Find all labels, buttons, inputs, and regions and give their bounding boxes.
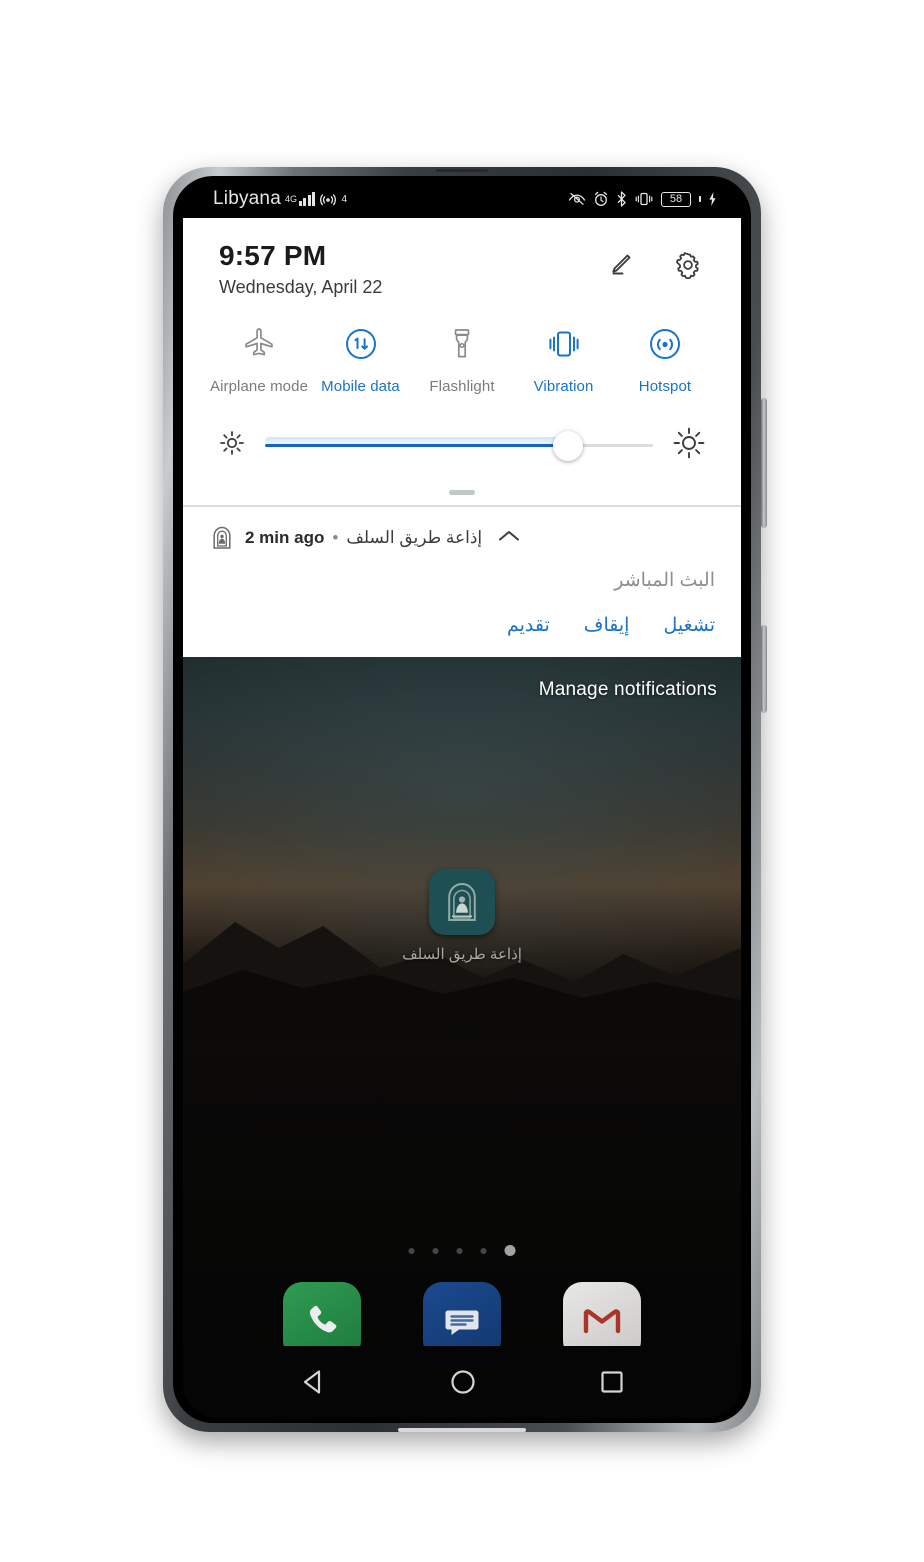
bottom-speaker-grill — [398, 1428, 526, 1432]
notification-action-forward[interactable]: تقديم — [507, 614, 550, 637]
screenshot-root: Libyana 4G 4 58 9:57 PM Wednesday, April… — [0, 0, 924, 1562]
brightness-row — [183, 395, 741, 466]
notification-action-play[interactable]: تشغيل — [663, 614, 715, 637]
slider-knob[interactable] — [552, 430, 583, 461]
tile-vibration[interactable]: Vibration — [514, 322, 614, 395]
app-shortcut-radio[interactable]: إذاعة طريق السلف — [392, 869, 532, 965]
mobile-data-icon — [311, 322, 411, 366]
notification-action-stop[interactable]: إيقاف — [584, 614, 630, 637]
status-bar-right: 58 — [568, 191, 717, 207]
notification-separator: • — [332, 528, 339, 548]
eye-off-icon — [568, 192, 586, 205]
hotspot-icon — [615, 322, 715, 366]
clock-date: Wednesday, April 22 — [219, 277, 383, 298]
slider-fill — [265, 444, 568, 448]
vibrate-icon — [635, 192, 653, 206]
brightness-slider[interactable] — [265, 430, 653, 461]
bluetooth-icon — [617, 191, 626, 207]
notification-header: إذاعة طريق السلف • 2 min ago — [209, 525, 715, 551]
quick-settings-header-actions — [603, 248, 705, 287]
messages-icon — [445, 1310, 479, 1335]
notification-body: البث المباشر — [614, 570, 715, 592]
page-dot[interactable] — [480, 1247, 487, 1254]
clock-block: 9:57 PM Wednesday, April 22 — [219, 240, 382, 298]
battery-level-label: 58 — [669, 192, 683, 205]
panel-drag-handle[interactable] — [449, 490, 475, 496]
battery-cap — [699, 196, 701, 202]
status-bar-left: Libyana 4G 4 — [213, 188, 347, 210]
gear-icon[interactable] — [671, 248, 705, 287]
tile-label: Mobile data — [321, 378, 400, 396]
app-icon — [429, 869, 495, 936]
brightness-low-icon[interactable] — [217, 428, 247, 463]
tile-airplane-mode[interactable]: Airplane mode — [209, 322, 309, 395]
airplane-icon — [209, 322, 309, 366]
radio-arch-icon — [213, 526, 231, 549]
phone-icon — [309, 1305, 337, 1333]
status-bar: Libyana 4G 4 58 — [183, 180, 741, 218]
charging-bolt-icon — [709, 192, 716, 206]
notification-actions: تشغيل إيقاف تقديم — [209, 614, 715, 637]
manage-notifications-button[interactable]: Manage notifications — [539, 679, 717, 701]
tile-label: Vibration — [533, 378, 594, 396]
wifi-superscript-label: 4 — [341, 193, 348, 205]
navigation-bar — [183, 1346, 741, 1418]
quick-settings-tiles: Airplane mode Mobile data Flashlight Vib… — [183, 298, 741, 395]
notification-card[interactable]: إذاعة طريق السلف • 2 min ago البث المباش… — [183, 507, 741, 658]
gmail-icon — [583, 1309, 621, 1334]
tile-label: Hotspot — [638, 378, 692, 396]
brightness-high-icon[interactable] — [671, 425, 707, 466]
page-dot[interactable] — [456, 1247, 463, 1254]
home-screen: Manage notifications إذاعة طريق السلف — [183, 657, 741, 1418]
phone-screen: Libyana 4G 4 58 9:57 PM Wednesday, April… — [183, 180, 741, 1418]
quick-settings-panel: 9:57 PM Wednesday, April 22 Airplane mod… — [183, 218, 741, 508]
clock-time: 9:57 PM — [219, 240, 327, 271]
battery-icon: 58 — [661, 191, 691, 207]
page-dot[interactable] — [432, 1247, 439, 1254]
power-button[interactable] — [761, 625, 767, 713]
earpiece-speaker — [436, 169, 488, 172]
page-dot[interactable] — [408, 1247, 415, 1254]
notification-app-name: إذاعة طريق السلف — [346, 528, 483, 548]
pencil-icon[interactable] — [603, 249, 635, 286]
vibration-icon — [514, 322, 614, 366]
signal-bars-icon — [298, 192, 316, 206]
wifi-hotspot-icon — [320, 194, 337, 206]
notification-time: 2 min ago — [245, 528, 325, 548]
app-shortcut-label: إذاعة طريق السلف — [402, 946, 522, 964]
tile-flashlight[interactable]: Flashlight — [412, 322, 512, 395]
page-indicator — [408, 1245, 516, 1256]
recents-square-icon[interactable] — [598, 1368, 626, 1396]
carrier-label: Libyana — [213, 188, 281, 209]
panel-handle-row — [183, 466, 741, 505]
quick-settings-header: 9:57 PM Wednesday, April 22 — [183, 240, 741, 298]
radio-arch-icon — [448, 883, 476, 922]
tile-label: Flashlight — [429, 378, 495, 396]
tile-hotspot[interactable]: Hotspot — [615, 322, 715, 395]
tile-mobile-data[interactable]: Mobile data — [311, 322, 411, 395]
wallpaper-boat — [445, 1019, 479, 1032]
notification-meta: إذاعة طريق السلف • 2 min ago — [245, 528, 482, 548]
tile-label: Airplane mode — [209, 378, 309, 396]
chevron-up-icon[interactable] — [498, 529, 520, 548]
network-type-label: 4G — [284, 193, 297, 204]
back-triangle-icon[interactable] — [298, 1368, 328, 1396]
flashlight-icon — [412, 322, 512, 366]
page-dot-active[interactable] — [504, 1245, 516, 1256]
home-circle-icon[interactable] — [448, 1367, 478, 1397]
volume-button[interactable] — [761, 398, 767, 528]
alarm-icon — [594, 191, 608, 206]
